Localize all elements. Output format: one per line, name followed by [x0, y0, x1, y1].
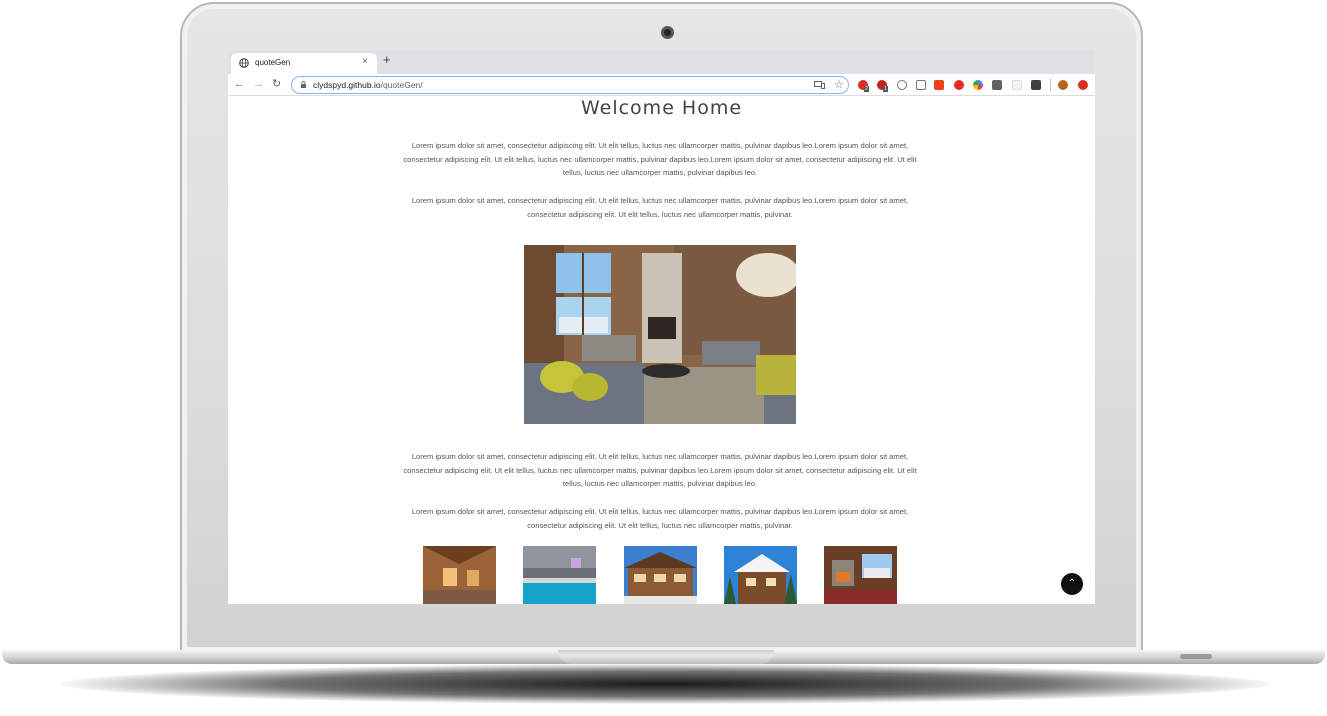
tab-title: quoteGen	[255, 58, 291, 67]
forward-button[interactable]: →	[253, 77, 264, 91]
color-extension-icon[interactable]	[973, 80, 983, 90]
close-tab-icon[interactable]: ×	[362, 56, 368, 67]
body-paragraph-2: Lorem ipsum dolor sit amet, consectetur …	[411, 507, 909, 530]
laptop-port	[1180, 654, 1212, 659]
avatar[interactable]	[1058, 80, 1068, 90]
hero-image	[524, 245, 796, 424]
extension-badge: 1	[883, 86, 888, 92]
back-button[interactable]: ←	[234, 77, 245, 91]
blank-extension-icon[interactable]	[1012, 80, 1022, 90]
web-page: Welcome Home Lorem ipsum dolor sit amet,…	[228, 97, 1095, 604]
extension-circle-icon[interactable]	[897, 80, 907, 90]
laptop-shadow	[60, 664, 1270, 704]
lock-icon	[300, 81, 307, 88]
indoor-pool-photo	[523, 546, 596, 604]
globe-icon	[239, 58, 249, 68]
gallery-thumbnail[interactable]	[624, 546, 697, 604]
browser-toolbar: ← → ↻ clydspyd.github.io/quoteGen/ ☆ 2 1	[228, 74, 1095, 96]
new-tab-button[interactable]: +	[383, 53, 391, 66]
gallery-thumbnail[interactable]	[423, 546, 496, 604]
facebook-extension-icon[interactable]	[992, 80, 1002, 90]
screenshot-extension-icon[interactable]	[1031, 80, 1041, 90]
gallery-thumbnail[interactable]	[523, 546, 596, 604]
intro-paragraph-2: Lorem ipsum dolor sit amet, consectetur …	[411, 196, 909, 219]
gallery-thumbnail[interactable]	[824, 546, 897, 604]
toolbar-divider	[1050, 79, 1051, 91]
chevron-up-icon: ⌃	[1067, 578, 1077, 589]
chalet-interior-photo	[423, 546, 496, 604]
fireplace-lounge-photo	[824, 546, 897, 604]
url-path: /quoteGen/	[380, 80, 423, 90]
camera-extension-icon[interactable]	[916, 80, 926, 90]
snowy-chalet-photo	[724, 546, 797, 604]
chalet-exterior-photo	[624, 546, 697, 604]
extension-menu-icon[interactable]	[1078, 80, 1088, 90]
tab-quotegen[interactable]: quoteGen ×	[231, 53, 377, 74]
laptop-notch	[558, 650, 774, 664]
bookmark-star-icon[interactable]: ☆	[834, 78, 844, 91]
gallery-thumbnail[interactable]	[724, 546, 797, 604]
url-text: clydspyd.github.io/quoteGen/	[313, 80, 423, 90]
intro-paragraph-1: Lorem ipsum dolor sit amet, consectetur …	[403, 141, 917, 178]
address-bar[interactable]: clydspyd.github.io/quoteGen/ ☆	[291, 76, 849, 94]
extension-badge: 2	[864, 86, 869, 92]
tab-strip: quoteGen × +	[228, 50, 1095, 74]
pdf-extension-icon[interactable]	[934, 80, 944, 90]
play-extension-icon[interactable]	[954, 80, 964, 90]
browser-window: quoteGen × + ← → ↻ clydspyd.github.io/qu…	[228, 50, 1095, 604]
scroll-to-top-button[interactable]: ⌃	[1061, 573, 1083, 595]
chalet-living-room-photo	[524, 245, 796, 424]
body-paragraph-1: Lorem ipsum dolor sit amet, consectetur …	[403, 452, 917, 489]
url-host: clydspyd.github.io	[313, 80, 381, 90]
page-title: Welcome Home	[580, 97, 743, 119]
webcam	[661, 26, 674, 39]
send-to-device-icon[interactable]	[814, 81, 825, 89]
reload-button[interactable]: ↻	[272, 77, 281, 91]
